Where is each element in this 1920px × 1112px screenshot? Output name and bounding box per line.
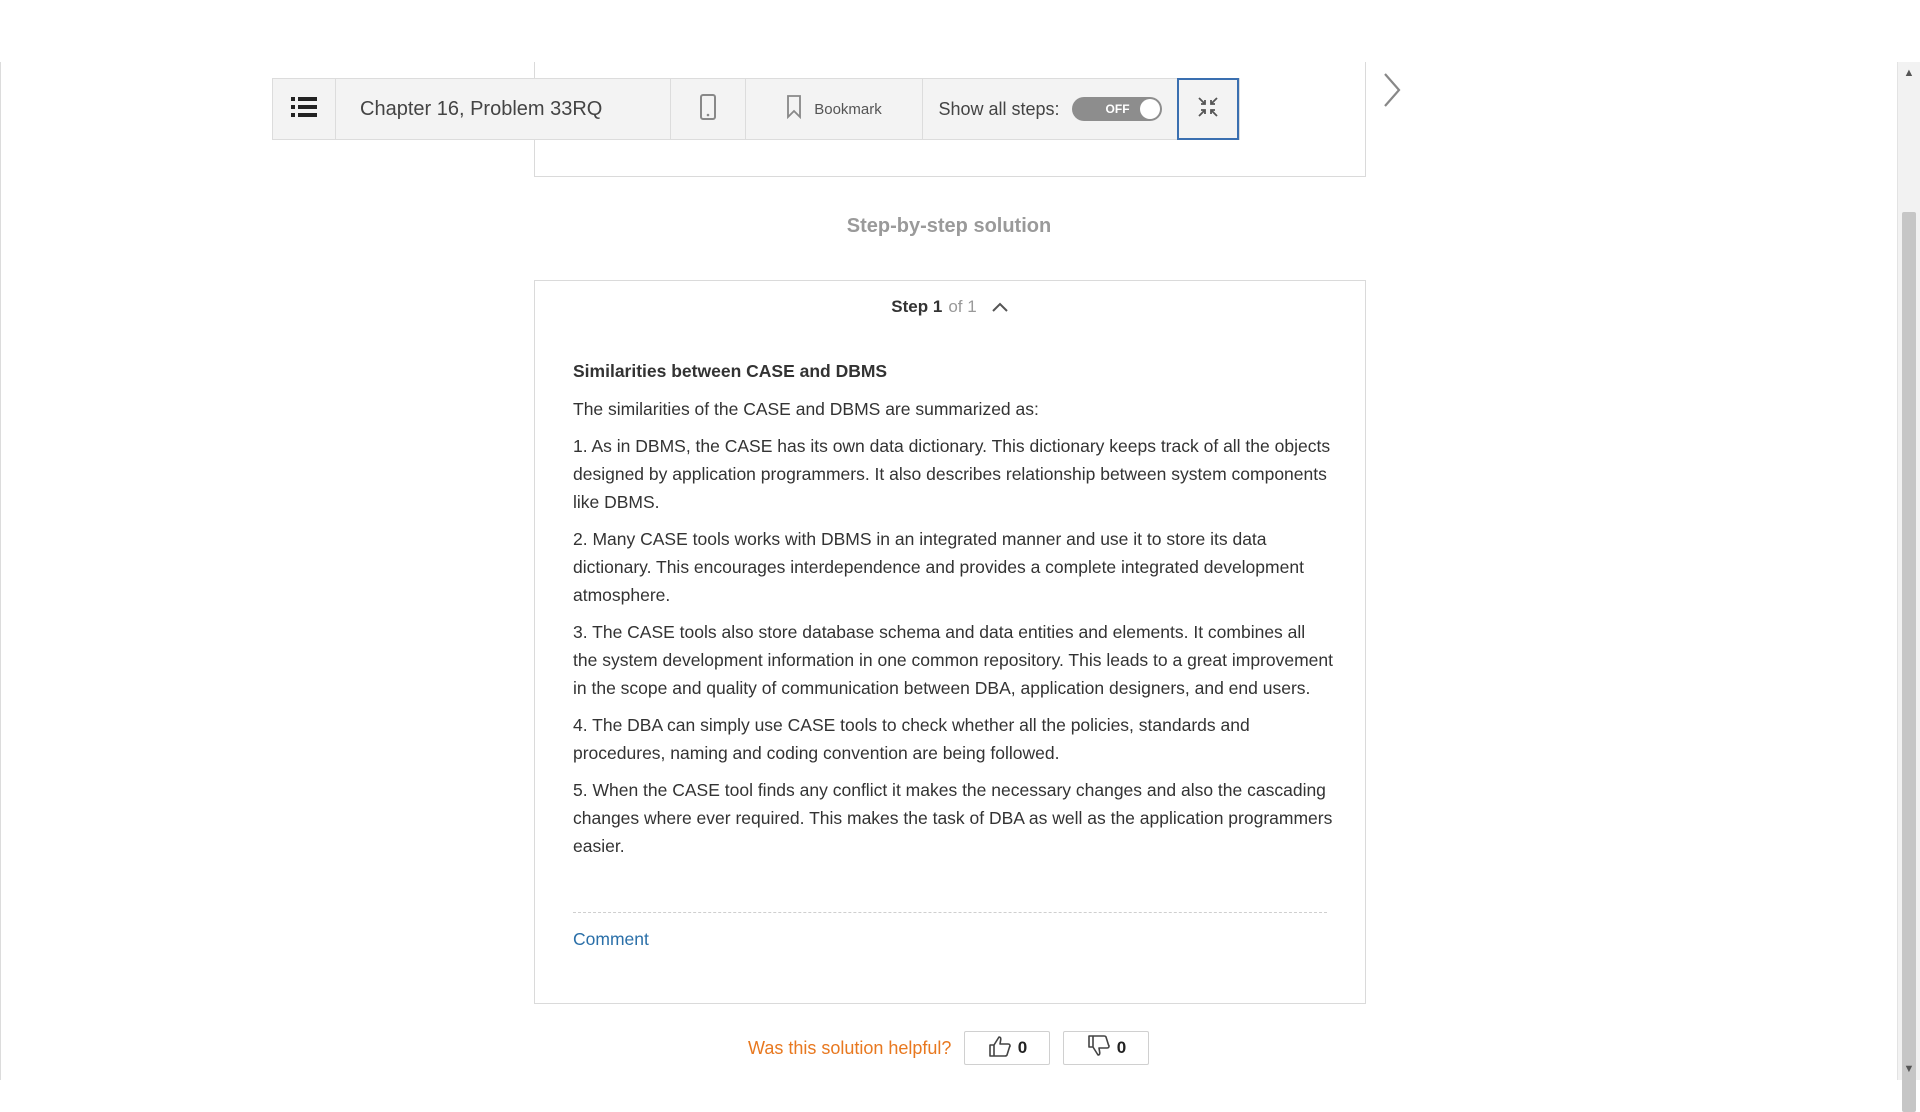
upvote-count: 0 (1017, 1038, 1028, 1057)
collapse-arrows-icon (1197, 96, 1219, 123)
show-all-steps: Show all steps: OFF (923, 79, 1177, 139)
step-intro: The similarities of the CASE and DBMS ar… (573, 399, 1039, 419)
chevron-up-icon[interactable] (991, 301, 1009, 313)
collapse-button[interactable] (1177, 78, 1239, 140)
mobile-phone-icon (700, 93, 716, 125)
step-header[interactable]: Step 1 of 1 (535, 297, 1365, 317)
solution-heading: Step-by-step solution (846, 215, 1052, 237)
downvote-count: 0 (1116, 1038, 1127, 1057)
next-problem-button[interactable] (1380, 70, 1404, 114)
scroll-down-arrow-icon[interactable]: ▼ (1898, 1060, 1920, 1078)
bookmark-button[interactable]: Bookmark (746, 79, 923, 139)
top-band (0, 0, 1920, 62)
list-item: 1. As in DBMS, the CASE has its own data… (573, 436, 1331, 512)
helpful-feedback: Was this solution helpful? 0 0 (748, 1030, 1150, 1066)
list-item: 5. When the CASE tool finds any conflict… (573, 780, 1333, 856)
toggle-state: OFF (1105, 102, 1130, 116)
problem-title: Chapter 16, Problem 33RQ (336, 79, 671, 139)
bookmark-label: Bookmark (814, 100, 882, 118)
step-subtitle: Similarities between CASE and DBMS (573, 361, 888, 381)
thumbs-up-icon (988, 1035, 1012, 1062)
scroll-up-arrow-icon[interactable]: ▲ (1898, 64, 1920, 82)
list-item: 3. The CASE tools also store database sc… (573, 622, 1333, 698)
show-steps-toggle[interactable]: OFF (1071, 97, 1162, 121)
comment-divider (573, 912, 1327, 913)
solution-toolbar: Chapter 16, Problem 33RQ Bookmark Show a… (272, 78, 1240, 140)
mobile-view-button[interactable] (671, 79, 746, 139)
list-item: 4. The DBA can simply use CASE tools to … (573, 715, 1250, 763)
bookmark-icon (786, 95, 802, 123)
thumbs-down-icon (1087, 1034, 1111, 1062)
helpful-question: Was this solution helpful? (748, 1037, 952, 1058)
toggle-knob (1139, 99, 1160, 119)
upvote-button[interactable]: 0 (964, 1031, 1051, 1065)
comment-link[interactable]: Comment (573, 929, 649, 950)
step-body: Similarities between CASE and DBMS The s… (573, 357, 1333, 869)
step-number: Step 1 (891, 297, 943, 316)
step-total: of 1 (948, 297, 977, 316)
step-card: Step 1 of 1 Similarities between CASE an… (534, 280, 1366, 1004)
list-icon (291, 96, 317, 123)
menu-button[interactable] (273, 79, 336, 139)
show-steps-label: Show all steps: (938, 98, 1060, 119)
scroll-thumb[interactable] (1902, 212, 1916, 1112)
vertical-scrollbar[interactable]: ▲ ▼ (1897, 62, 1920, 1112)
downvote-button[interactable]: 0 (1063, 1031, 1150, 1065)
list-item: 2. Many CASE tools works with DBMS in an… (573, 529, 1304, 605)
chevron-right-icon (1382, 71, 1402, 114)
